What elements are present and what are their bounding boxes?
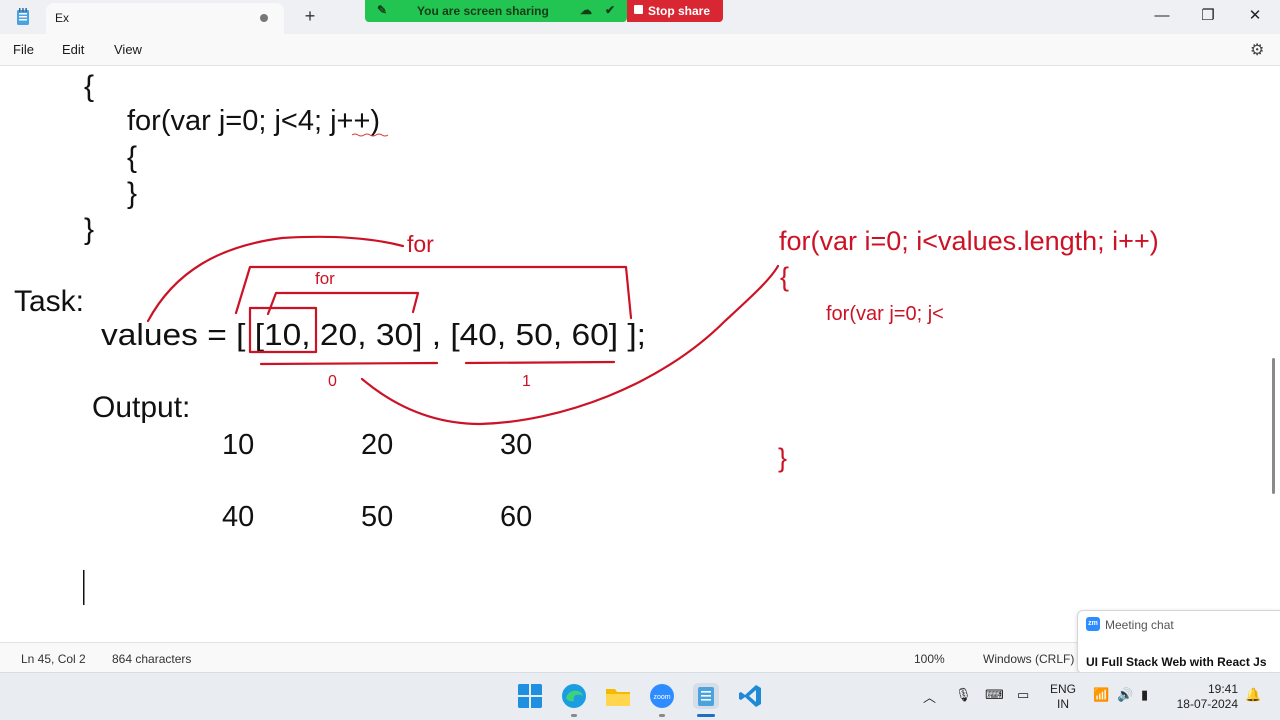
output-cell: 30	[500, 429, 532, 461]
notifications-icon[interactable]: 🔔	[1245, 687, 1261, 703]
stop-icon	[634, 5, 643, 14]
clock-date: 18-07-2024	[1176, 697, 1238, 711]
output-heading: Output:	[92, 391, 190, 424]
battery-icon[interactable]: ▮	[1141, 687, 1148, 703]
zoom-logo-icon: zm	[1086, 617, 1100, 631]
menu-view[interactable]: View	[114, 42, 142, 57]
input-language-indicator[interactable]: ENG IN	[1050, 682, 1076, 712]
language-region: IN	[1057, 697, 1069, 711]
file-explorer-icon[interactable]	[605, 683, 631, 709]
ink-label-for-inner: for	[315, 269, 335, 288]
meeting-chat-popup[interactable]: zm Meeting chat UI Full Stack Web with R…	[1077, 610, 1280, 674]
code-close-brace-1: }	[84, 213, 94, 246]
code-close-brace-2: }	[127, 177, 137, 210]
meeting-chat-title: Meeting chat	[1105, 618, 1174, 632]
ink-index-1: 1	[522, 373, 531, 390]
wifi-icon[interactable]: 📶	[1093, 687, 1109, 703]
text-editor[interactable]: { for(var j=0; j<4; j++) { } } Task: val…	[0, 66, 1280, 642]
screen-share-banner: ✎ You are screen sharing ☁ ✔	[365, 0, 627, 22]
output-cell: 20	[361, 429, 393, 461]
output-cell: 60	[500, 501, 532, 533]
title-bar: Ex + ✎ You are screen sharing ☁ ✔ Stop s…	[0, 0, 1280, 34]
ink-for-i-loop: for(var i=0; i<values.length; i++)	[779, 226, 1159, 256]
system-clock[interactable]: 19:41 18-07-2024	[1170, 682, 1238, 712]
close-button[interactable]: ✕	[1232, 4, 1278, 28]
zoom-app-label: zoom	[653, 694, 670, 701]
maximize-button[interactable]: ❐	[1185, 4, 1231, 28]
unsaved-dot-icon[interactable]	[260, 14, 268, 22]
notepad-active-indicator	[697, 714, 715, 717]
code-open-brace-1: {	[84, 70, 94, 103]
menu-edit[interactable]: Edit	[62, 42, 84, 57]
microphone-icon[interactable]: 🎙	[955, 687, 972, 703]
display-icon[interactable]: ▭	[1017, 687, 1029, 703]
ink-underline-0	[259, 361, 439, 366]
stop-share-label: Stop share	[648, 4, 711, 18]
tray-overflow-chevron-icon[interactable]: ︿	[923, 687, 936, 706]
volume-icon[interactable]: 🔊	[1117, 687, 1133, 703]
meeting-chat-message[interactable]: UI Full Stack Web with React Js	[1086, 655, 1267, 669]
editor-canvas: { for(var j=0; j<4; j++) { } } Task: val…	[14, 70, 1159, 605]
tab-ex[interactable]: Ex	[46, 3, 284, 34]
minimize-button[interactable]: —	[1139, 4, 1185, 28]
cloud-icon[interactable]: ☁	[580, 3, 592, 17]
taskbar: zoom ︿ 🎙 ⌨ ▭ ENG IN 📶 🔊 ▮ 19:41 18-07-20…	[0, 672, 1280, 720]
cursor-position: Ln 45, Col 2	[21, 652, 86, 666]
language-code: ENG	[1050, 682, 1077, 696]
screen-share-status: You are screen sharing	[417, 4, 549, 18]
menu-bar: File Edit View ⚙	[0, 34, 1280, 66]
shield-icon[interactable]: ✔	[605, 3, 615, 17]
notepad-taskbar-icon[interactable]	[693, 683, 719, 709]
stop-share-button[interactable]: Stop share	[627, 0, 723, 22]
output-cell: 50	[361, 501, 393, 533]
ink-for-j-partial: for(var j=0; j<	[826, 303, 944, 325]
vscode-icon[interactable]	[737, 683, 763, 709]
keyboard-icon[interactable]: ⌨	[985, 687, 1004, 703]
vertical-scrollbar[interactable]	[1272, 358, 1275, 494]
task-heading: Task:	[14, 285, 84, 318]
edge-running-indicator	[571, 714, 577, 717]
zoom-running-indicator	[659, 714, 665, 717]
output-cell: 40	[222, 501, 254, 533]
character-count: 864 characters	[112, 652, 192, 666]
new-tab-button[interactable]: +	[300, 6, 320, 27]
settings-gear-icon[interactable]: ⚙	[1250, 40, 1264, 60]
edge-browser-icon[interactable]	[561, 683, 587, 709]
clock-time: 19:41	[1207, 682, 1238, 696]
ink-open-brace: {	[780, 262, 789, 292]
pin-icon[interactable]: ✎	[377, 3, 387, 17]
output-cell: 10	[222, 429, 254, 461]
tab-title: Ex	[55, 11, 70, 25]
text-cursor	[83, 570, 85, 605]
ink-underline-1	[464, 360, 616, 365]
start-windows-icon[interactable]	[517, 683, 543, 709]
notepad-app-icon	[17, 8, 29, 25]
code-open-brace-2: {	[127, 141, 137, 174]
values-array-line: values = [ [10, 20, 30] , [40, 50, 60] ]…	[101, 317, 646, 352]
zoom-level[interactable]: 100%	[914, 652, 945, 666]
ink-label-for-outer: for	[407, 231, 434, 257]
ink-inner-bracket	[266, 291, 420, 316]
zoom-app-icon[interactable]: zoom	[649, 683, 675, 709]
ink-close-brace: }	[778, 443, 787, 473]
code-for-j-loop: for(var j=0; j<4; j++)	[127, 105, 380, 137]
menu-file[interactable]: File	[13, 42, 34, 57]
ink-index-0: 0	[328, 373, 337, 390]
line-ending[interactable]: Windows (CRLF)	[983, 652, 1074, 666]
